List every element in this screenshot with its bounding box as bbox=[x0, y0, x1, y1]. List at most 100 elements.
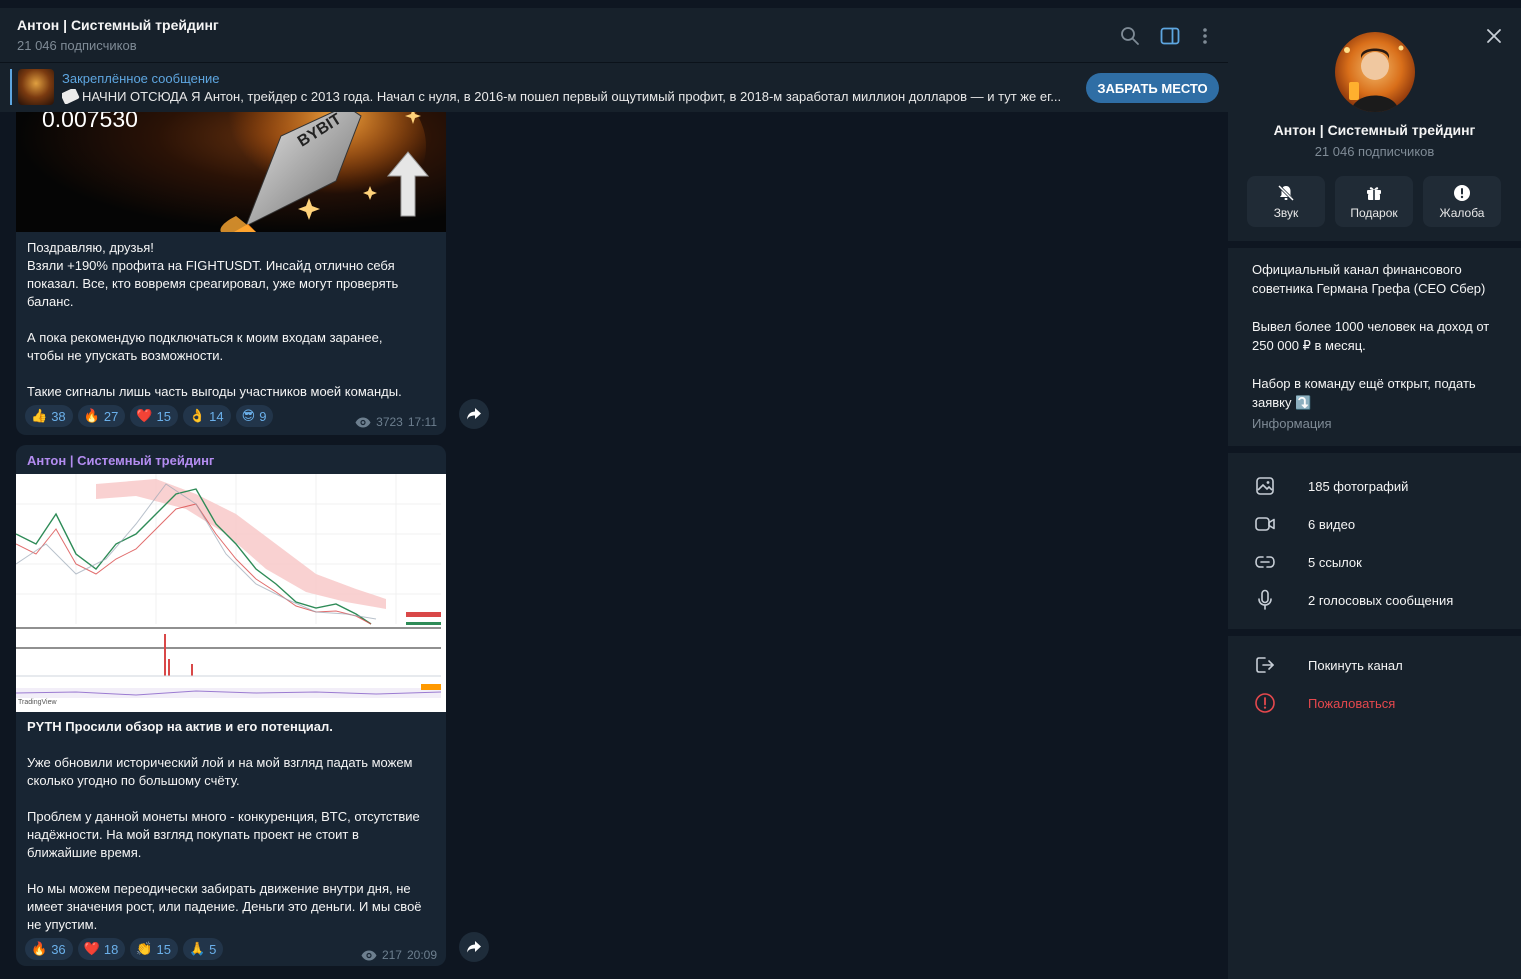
reaction-pray[interactable]: 🙏 5 bbox=[182, 938, 224, 960]
microphone-icon bbox=[1254, 589, 1276, 611]
media-links-row[interactable]: 5 ссылок bbox=[1228, 543, 1521, 581]
media-voice-label: 2 голосовых сообщения bbox=[1308, 592, 1454, 608]
close-icon[interactable] bbox=[1484, 26, 1504, 46]
complaint-button[interactable]: Жалоба bbox=[1423, 176, 1501, 227]
post-1-image[interactable]: 0.007530 BYBIT bbox=[16, 96, 446, 232]
description-line-2: Вывел более 1000 человек на доход от 250… bbox=[1252, 319, 1490, 353]
post-2-line: Но мы можем переодически забирать движен… bbox=[27, 881, 411, 896]
post-2-line: PYTH Просили обзор на актив и его потенц… bbox=[27, 719, 333, 734]
post-2-line: не упустим. bbox=[27, 917, 98, 932]
complaint-button-label: Жалоба bbox=[1439, 205, 1485, 220]
media-photos-label: 185 фотографий bbox=[1308, 478, 1409, 494]
profile-subscribers: 21 046 подписчиков bbox=[1314, 144, 1435, 159]
chart-tradingview-label: TradingView bbox=[18, 699, 57, 706]
actions-block: Покинуть канал Пожаловаться bbox=[1228, 636, 1521, 979]
chat-title[interactable]: Антон | Системный трейдинг bbox=[17, 17, 219, 33]
post-1-line: Поздравляю, друзья! bbox=[27, 240, 154, 255]
post-2-line: сколько угодно по большому счёту. bbox=[27, 773, 240, 788]
post-2-time: 20:09 bbox=[406, 948, 437, 962]
media-block: 185 фотографий 6 видео 5 ссылок 2 голосо… bbox=[1228, 453, 1521, 629]
reaction-thumbs-up[interactable]: 👍 38 bbox=[25, 405, 73, 427]
gift-button[interactable]: Подарок bbox=[1335, 176, 1413, 227]
media-photos-row[interactable]: 185 фотографий bbox=[1228, 467, 1521, 505]
ticket-icon bbox=[62, 89, 80, 104]
pinned-text-content: НАЧНИ ОТСЮДА Я Антон, трейдер с 2013 год… bbox=[82, 89, 1062, 104]
chat-header[interactable]: Антон | Системный трейдинг 21 046 подпис… bbox=[0, 8, 1228, 62]
channel-info-panel: Антон | Системный трейдинг 21 046 подпис… bbox=[1228, 8, 1521, 979]
profile-block: Антон | Системный трейдинг 21 046 подпис… bbox=[1228, 8, 1521, 241]
report-icon bbox=[1254, 692, 1276, 714]
post-1-meta: 3723 17:11 bbox=[355, 415, 437, 429]
post-2-line: надёжности. На мой взгляд покупать проек… bbox=[27, 827, 359, 842]
pinned-indicator bbox=[10, 69, 12, 105]
post-2-reactions: 🔥 36 ❤️ 18 👏 15 🙏 5 bbox=[25, 938, 224, 960]
reaction-cool[interactable]: 😎 9 bbox=[235, 405, 274, 427]
description-line-1: Официальный канал финансового советника … bbox=[1252, 262, 1486, 296]
post-2-line: Уже обновили исторический лой и на мой в… bbox=[27, 755, 413, 770]
sidebar-toggle-icon[interactable] bbox=[1160, 26, 1180, 46]
post-2-line: имеет значения рост, или падение. Деньги… bbox=[27, 899, 422, 914]
pinned-thumbnail bbox=[18, 69, 54, 105]
leave-channel-label: Покинуть канал bbox=[1308, 657, 1403, 673]
mute-button[interactable]: Звук bbox=[1247, 176, 1325, 227]
avatar[interactable] bbox=[1335, 32, 1415, 112]
message-post-2[interactable]: Антон | Системный трейдинг TradingView P… bbox=[16, 445, 446, 966]
views-eye-icon bbox=[361, 950, 377, 960]
reaction-heart[interactable]: ❤️ 15 bbox=[130, 405, 178, 427]
post-1-line: баланс. bbox=[27, 294, 74, 309]
post-2-line bbox=[27, 862, 439, 880]
share-arrow-icon bbox=[467, 941, 481, 953]
post-1-line: Взяли +190% профита на FIGHTUSDT. Инсайд… bbox=[27, 258, 395, 273]
post-2-line: Проблем у данной монеты много - конкурен… bbox=[27, 809, 420, 824]
post-2-chart-image[interactable]: TradingView bbox=[16, 474, 446, 712]
post-1-line: показал. Все, кто вовремя среагировал, у… bbox=[27, 276, 399, 291]
post-2-line bbox=[27, 736, 439, 754]
report-label: Пожаловаться bbox=[1308, 695, 1396, 711]
chat-area: 0.007530 BYBIT Поздравляю, друзья! Взяли… bbox=[0, 0, 1228, 979]
reaction-heart[interactable]: ❤️ 18 bbox=[77, 938, 126, 960]
post-1-reactions: 👍 38 🔥 27 ❤️ 15 👌 14 😎 9 bbox=[25, 405, 274, 427]
post-2-text: PYTH Просили обзор на актив и его потенц… bbox=[27, 718, 439, 934]
telegram-window: 0.007530 BYBIT Поздравляю, друзья! Взяли… bbox=[0, 0, 1521, 979]
mute-bell-icon bbox=[1277, 184, 1295, 201]
profile-title: Антон | Системный трейдинг bbox=[1273, 122, 1476, 138]
warning-icon bbox=[1454, 184, 1470, 201]
gift-icon bbox=[1367, 186, 1381, 200]
reaction-fire[interactable]: 🔥 36 bbox=[25, 938, 73, 960]
post-1-text: Поздравляю, друзья! Взяли +190% профита … bbox=[27, 239, 439, 401]
reaction-clap[interactable]: 👏 15 bbox=[130, 938, 178, 960]
info-label: Информация bbox=[1252, 416, 1332, 431]
message-post-1[interactable]: 0.007530 BYBIT Поздравляю, друзья! Взяли… bbox=[16, 96, 446, 435]
media-videos-label: 6 видео bbox=[1308, 516, 1356, 532]
search-icon[interactable] bbox=[1120, 26, 1140, 46]
post-1-time: 17:11 bbox=[407, 415, 437, 429]
post-1-views: 3723 bbox=[376, 415, 403, 429]
leave-channel-row[interactable]: Покинуть канал bbox=[1228, 646, 1521, 684]
price-chart-illustration bbox=[16, 474, 446, 712]
media-videos-row[interactable]: 6 видео bbox=[1228, 505, 1521, 543]
reaction-ok-hand[interactable]: 👌 14 bbox=[182, 405, 231, 427]
reaction-fire[interactable]: 🔥 27 bbox=[77, 405, 126, 427]
post-1-line bbox=[27, 365, 439, 383]
post-2-author[interactable]: Антон | Системный трейдинг bbox=[27, 453, 214, 468]
post-1-forward-button[interactable] bbox=[459, 399, 489, 429]
media-voice-row[interactable]: 2 голосовых сообщения bbox=[1228, 581, 1521, 619]
post-2-meta: 217 20:09 bbox=[361, 948, 437, 962]
description-block: Официальный канал финансового советника … bbox=[1228, 248, 1521, 446]
claim-spot-button[interactable]: ЗАБРАТЬ МЕСТО bbox=[1086, 73, 1219, 103]
pinned-message-bar[interactable]: Закреплённое сообщение НАЧНИ ОТСЮДА Я Ан… bbox=[0, 62, 1228, 112]
gift-button-label: Подарок bbox=[1350, 205, 1398, 220]
more-menu-icon[interactable] bbox=[1195, 26, 1215, 46]
pinned-title: Закреплённое сообщение bbox=[62, 71, 220, 86]
link-icon bbox=[1254, 551, 1276, 573]
post-1-line: Такие сигналы лишь часть выгоды участник… bbox=[27, 384, 402, 399]
post-2-line bbox=[27, 790, 439, 808]
report-row[interactable]: Пожаловаться bbox=[1228, 684, 1521, 722]
leave-icon bbox=[1254, 654, 1276, 676]
description-line-3: Набор в команду ещё открыт, подать заявк… bbox=[1252, 376, 1476, 410]
post-1-line bbox=[27, 311, 439, 329]
post-1-line: чтобы не упускать возможности. bbox=[27, 348, 224, 363]
post-2-forward-button[interactable] bbox=[459, 932, 489, 962]
views-eye-icon bbox=[355, 417, 371, 427]
post-2-views: 217 bbox=[381, 948, 402, 962]
